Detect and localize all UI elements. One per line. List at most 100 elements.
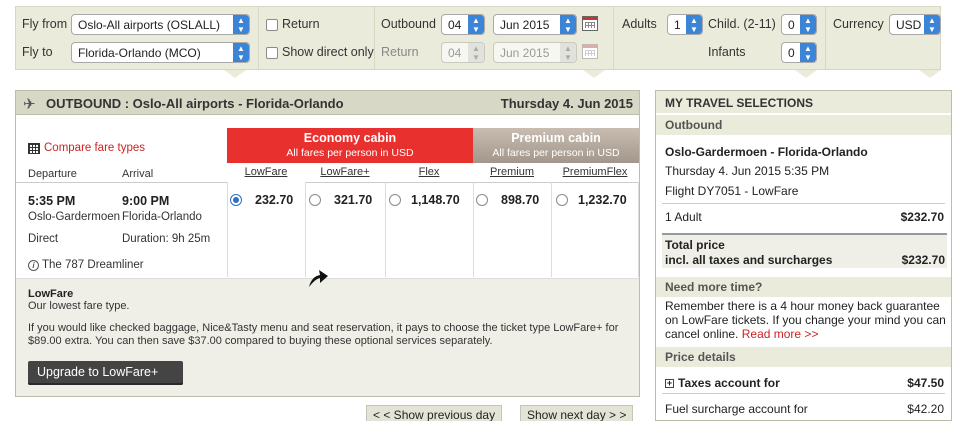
- fuel-surcharge-value: $42.20: [907, 402, 944, 416]
- return-checkbox-label: Return: [282, 17, 320, 31]
- total-price-sublabel: incl. all taxes and surcharges: [665, 253, 833, 267]
- fly-from-value: Oslo-All airports (OSLALL): [78, 18, 221, 32]
- chevron-updown-icon: ▲ ▼: [800, 43, 816, 62]
- divider: [662, 393, 945, 394]
- airplane-icon: ✈: [23, 96, 36, 113]
- chevron-updown-icon: ▲ ▼: [560, 15, 576, 34]
- fare-radio-lowfare-plus[interactable]: [309, 194, 321, 206]
- arrival-header: Arrival: [122, 168, 154, 180]
- outbound-month-value: Jun 2015: [500, 18, 550, 32]
- fuel-surcharge-label: Fuel surcharge account for: [665, 402, 808, 416]
- chevron-updown-icon: ▲ ▼: [924, 15, 940, 34]
- fare-description: LowFare Our lowest fare type. If you wou…: [16, 278, 639, 396]
- travel-selections-title: MY TRAVEL SELECTIONS: [665, 96, 814, 110]
- outbound-header: ✈ OUTBOUND : Oslo-All airports - Florida…: [16, 91, 639, 115]
- show-previous-day-button[interactable]: < < Show previous day: [366, 405, 503, 421]
- price-details-section-header: Price details: [656, 347, 951, 367]
- more-time-text: Remember there is a 4 hour money back gu…: [665, 299, 947, 341]
- fare-price-premium: 898.70: [501, 193, 540, 207]
- passenger-price: $232.70: [900, 210, 944, 224]
- chevron-updown-icon: ▲ ▼: [468, 15, 484, 34]
- search-bar: Fly from Oslo-All airports (OSLALL) ▲ ▼ F…: [15, 6, 941, 70]
- price-details-label: Price details: [665, 350, 736, 364]
- currency-label: Currency: [833, 17, 884, 31]
- fly-to-label: Fly to: [22, 45, 53, 59]
- fare-price-lowfare-plus: 321.70: [334, 193, 373, 207]
- more-time-label: Need more time?: [665, 280, 763, 294]
- taxes-label[interactable]: Taxes account for: [678, 376, 780, 390]
- outbound-date-label: Outbound: [381, 17, 436, 31]
- child-value: 0: [788, 18, 795, 32]
- premium-cabin-title: Premium cabin: [511, 131, 601, 145]
- outbound-calendar-icon[interactable]: [582, 16, 598, 31]
- return-day-value: 04: [448, 46, 462, 60]
- grid-icon: [28, 143, 40, 154]
- fare-header-lowfare[interactable]: LowFare: [227, 164, 305, 182]
- outbound-day-select[interactable]: 04 ▲ ▼: [441, 14, 485, 35]
- selected-route: Oslo-Gardermoen - Florida-Orlando: [665, 145, 868, 159]
- taxes-value: $47.50: [907, 376, 944, 390]
- chevron-updown-icon: ▲ ▼: [800, 15, 816, 34]
- fly-to-select[interactable]: Florida-Orlando (MCO) ▲ ▼: [71, 42, 250, 63]
- child-select[interactable]: 0 ▲ ▼: [781, 14, 817, 35]
- return-calendar-icon[interactable]: [582, 44, 598, 59]
- more-time-section-header: Need more time?: [656, 277, 951, 297]
- divider: [374, 7, 375, 69]
- currency-select[interactable]: USD ▲ ▼: [889, 14, 941, 35]
- adults-label: Adults: [622, 17, 657, 31]
- plus-expand-icon[interactable]: +: [665, 379, 674, 388]
- outbound-month-select[interactable]: Jun 2015 ▲ ▼: [493, 14, 577, 35]
- read-more-link[interactable]: Read more >>: [742, 327, 819, 341]
- fare-header-premium[interactable]: Premium: [473, 164, 551, 182]
- return-day-select[interactable]: 04 ▲ ▼: [441, 42, 485, 63]
- departure-header: Departure: [28, 168, 77, 180]
- chevron-updown-icon: ▲ ▼: [468, 43, 484, 62]
- fare-description-subtitle: Our lowest fare type.: [28, 300, 130, 312]
- arrival-airport: Florida-Orlando: [122, 211, 202, 223]
- outbound-panel: ✈ OUTBOUND : Oslo-All airports - Florida…: [15, 90, 640, 397]
- infants-label: Infants: [708, 45, 746, 59]
- fly-from-select[interactable]: Oslo-All airports (OSLALL) ▲ ▼: [71, 14, 250, 35]
- notch-decoration: [795, 70, 817, 78]
- fare-header-lowfare-plus[interactable]: LowFare+: [305, 164, 385, 182]
- show-next-day-button[interactable]: Show next day > >: [520, 405, 634, 421]
- fare-radio-flex[interactable]: [389, 194, 401, 206]
- outbound-day-value: 04: [448, 18, 462, 32]
- fare-header-flex[interactable]: Flex: [385, 164, 473, 182]
- compare-fare-types-link[interactable]: Compare fare types: [44, 142, 145, 154]
- premium-cabin-subtitle: All fares per person in USD: [492, 147, 620, 159]
- outbound-section-label: Outbound: [665, 118, 723, 132]
- upgrade-button[interactable]: Upgrade to LowFare+: [28, 361, 183, 385]
- adults-select[interactable]: 1 ▲ ▼: [667, 14, 703, 35]
- fare-description-text: If you would like checked baggage, Nice&…: [28, 322, 619, 347]
- fare-radio-premium[interactable]: [476, 194, 488, 206]
- return-date-label: Return: [381, 45, 419, 59]
- direct-only-label: Show direct only: [282, 45, 374, 59]
- divider: [662, 203, 945, 204]
- adults-value: 1: [674, 18, 681, 32]
- return-checkbox[interactable]: [266, 19, 278, 31]
- passenger-count: 1 Adult: [665, 210, 702, 224]
- direct-only-checkbox[interactable]: [266, 47, 278, 59]
- departure-airport: Oslo-Gardermoen: [28, 211, 121, 223]
- chevron-updown-icon: ▲ ▼: [686, 15, 702, 34]
- travel-selections-panel: MY TRAVEL SELECTIONS Outbound Oslo-Garde…: [655, 90, 952, 421]
- selected-datetime: Thursday 4. Jun 2015 5:35 PM: [665, 164, 830, 178]
- fly-to-value: Florida-Orlando (MCO): [78, 46, 201, 60]
- aircraft-info: The 787 Dreamliner: [42, 259, 144, 271]
- fare-radio-premiumflex[interactable]: [556, 194, 568, 206]
- infants-select[interactable]: 0 ▲ ▼: [781, 42, 817, 63]
- info-icon[interactable]: i: [28, 260, 39, 271]
- outbound-date: Thursday 4. Jun 2015: [500, 96, 633, 111]
- premium-cabin-header: Premium cabin All fares per person in US…: [473, 128, 639, 163]
- notch-decoration: [919, 70, 941, 78]
- child-label: Child. (2-11): [708, 17, 776, 31]
- total-price-box: Total price incl. all taxes and surcharg…: [662, 233, 947, 268]
- total-price-value: $232.70: [901, 253, 945, 267]
- fare-description-title: LowFare: [28, 288, 74, 300]
- return-month-select[interactable]: Jun 2015 ▲ ▼: [493, 42, 577, 63]
- economy-cabin-title: Economy cabin: [303, 131, 397, 145]
- fare-header-premiumflex[interactable]: PremiumFlex: [551, 164, 639, 182]
- stops-info: Direct: [28, 233, 59, 245]
- fare-radio-lowfare[interactable]: [230, 194, 242, 206]
